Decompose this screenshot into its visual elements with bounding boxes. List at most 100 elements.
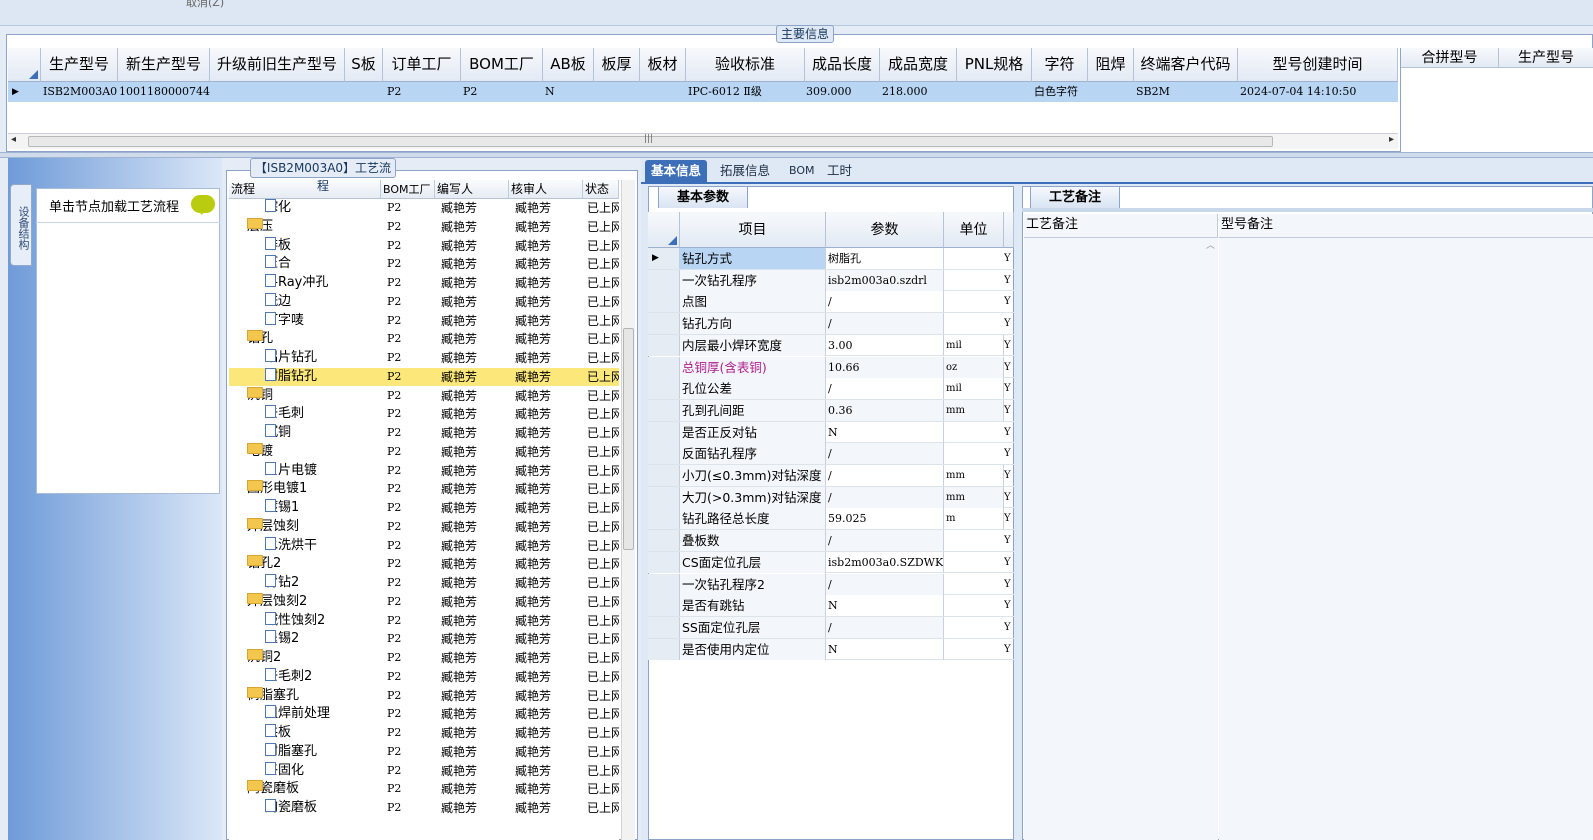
param-value[interactable]: isb2m003a0.SZDWK (826, 551, 944, 573)
tree-col-bom[interactable]: BOM工厂 (381, 180, 435, 199)
tree-row[interactable]: 负片电镀 P2 臧艳芳 臧艳芳 已上网 (229, 461, 619, 481)
grid-corner[interactable] (8, 48, 41, 82)
param-col-item[interactable]: 项目 (680, 212, 826, 248)
tree-row[interactable]: 阻焊前处理 P2 臧艳芳 臧艳芳 已上网 (229, 705, 619, 724)
col-header-created[interactable]: 型号创建时间 (1238, 48, 1398, 82)
param-value[interactable]: 59.025 (826, 508, 944, 530)
cell-new-model[interactable]: 10011800007448 (119, 82, 210, 102)
tree-row[interactable]: 压合 P2 臧艳芳 臧艳芳 已上网 (229, 255, 619, 274)
tree-node-label[interactable]: 背钻2 (265, 574, 381, 592)
tree-row[interactable]: 去毛刺2 P2 臧艳芳 臧艳芳 已上网 (229, 667, 619, 687)
tree-node-label[interactable]: 铣边 (265, 292, 381, 311)
param-col-extra[interactable] (1004, 212, 1014, 248)
tree-node-label[interactable]: −外层蚀刻 (247, 517, 381, 536)
param-unit[interactable]: m (944, 508, 1004, 530)
process-note-title[interactable]: 工艺备注 (1030, 186, 1120, 208)
col-header-length[interactable]: 成品长度 (805, 48, 880, 82)
tree-row[interactable]: −层压 P2 臧艳芳 臧艳芳 已上网 (229, 217, 619, 237)
param-value[interactable]: N (826, 638, 944, 660)
tree-node-label[interactable]: −沉铜 (247, 386, 381, 405)
param-row[interactable]: 一次钻孔程序 isb2m003a0.szdrl Y (648, 269, 1014, 292)
param-row[interactable]: 钻孔方向 / Y (648, 313, 1014, 335)
tree-row[interactable]: 去毛刺 P2 臧艳芳 臧艳芳 已上网 (229, 405, 619, 424)
row-indicator[interactable] (648, 291, 680, 313)
scroll-right-icon[interactable]: ▸ (1389, 134, 1394, 145)
param-value[interactable]: / (826, 530, 944, 552)
cell-created[interactable]: 2024-07-04 14:10:50 (1240, 82, 1396, 102)
param-value[interactable]: 3.00 (826, 334, 944, 356)
tree-node-label[interactable]: 碱性蚀刻2 (265, 611, 381, 630)
tree-node-label[interactable]: −层压 (247, 217, 381, 236)
param-row[interactable]: SS面定位孔层 / Y (648, 616, 1014, 639)
param-row[interactable]: 大刀(>0.3mm)对钻深度 / mm Y (648, 486, 1014, 509)
tree-row[interactable]: 铝片钻孔 P2 臧艳芳 臧艳芳 已上网 (229, 349, 619, 368)
col-header-bom-factory[interactable]: BOM工厂 (461, 48, 543, 82)
param-value[interactable]: isb2m003a0.szdrl (826, 269, 944, 291)
col-header-model[interactable]: 生产型号 (41, 48, 118, 82)
cell-order-factory[interactable]: P2 (463, 82, 503, 102)
row-indicator[interactable] (648, 530, 680, 552)
tab-basic-info[interactable]: 基本信息 (645, 160, 708, 182)
col-header-thickness[interactable]: 板厚 (594, 48, 640, 82)
tab-extended-info[interactable]: 拓展信息 (714, 160, 776, 182)
param-value[interactable]: N (826, 421, 944, 443)
row-indicator[interactable] (648, 269, 680, 291)
scroll-thumb[interactable]: ||| (28, 134, 1273, 147)
param-value[interactable]: 10.66 (826, 356, 944, 378)
tree-row[interactable]: −树脂塞孔 P2 臧艳芳 臧艳芳 已上网 (229, 686, 619, 706)
param-value[interactable]: / (826, 486, 944, 508)
param-value[interactable]: / (826, 443, 944, 465)
col-header-material[interactable]: 板材 (640, 48, 686, 82)
tree-node-label[interactable]: −电镀 (247, 442, 381, 461)
tree-row[interactable]: −钻孔 P2 臧艳芳 臧艳芳 已上网 (229, 330, 619, 349)
tree-node-label[interactable]: 镀锡1 (265, 499, 381, 517)
param-row[interactable]: 孔位公差 / mil Y (648, 378, 1014, 400)
param-col-value[interactable]: 参数 (826, 212, 944, 248)
param-value[interactable]: / (826, 616, 944, 638)
row-indicator[interactable] (648, 443, 680, 465)
process-tree-grid[interactable]: 流程 BOM工厂 编写人 核审人 状态 棕化P2臧艳芳臧艳芳已上网−层压P2臧艳… (229, 180, 619, 840)
tree-row[interactable]: 碱性蚀刻2 P2 臧艳芳 臧艳芳 已上网 (229, 611, 619, 631)
tree-row[interactable]: 退锡2 P2 臧艳芳 臧艳芳 已上网 (229, 630, 619, 649)
tree-col-reviewer[interactable]: 核审人 (509, 180, 583, 199)
tree-node-label[interactable]: 负片电镀 (265, 461, 381, 480)
side-tab-equipment[interactable]: 设备结构 (10, 184, 32, 266)
tree-row[interactable]: 水洗烘干 P2 臧艳芳 臧艳芳 已上网 (229, 536, 619, 556)
tree-row[interactable]: −电镀 P2 臧艳芳 臧艳芳 已上网 (229, 442, 619, 462)
param-unit[interactable]: mm (944, 486, 1004, 508)
tree-node-label[interactable]: −沉铜2 (247, 649, 381, 667)
tree-row[interactable]: 终固化 P2 臧艳芳 臧艳芳 已上网 (229, 761, 619, 781)
param-row[interactable]: 叠板数 / Y (648, 530, 1014, 552)
model-note-textarea[interactable] (1219, 238, 1593, 840)
row-indicator[interactable] (648, 313, 680, 335)
param-unit[interactable]: mil (944, 378, 1004, 400)
tree-node-label[interactable]: 沉铜 (265, 424, 381, 442)
scroll-left-icon[interactable]: ◂ (11, 134, 16, 145)
tree-vscrollbar[interactable] (621, 180, 635, 840)
row-indicator[interactable] (648, 638, 680, 660)
basic-params-title[interactable]: 基本参数 (658, 186, 748, 208)
col-header-order-factory[interactable]: 订单工厂 (383, 48, 461, 82)
tree-node-label[interactable]: −外层蚀刻2 (247, 592, 381, 611)
tree-row[interactable]: −钻孔2 P2 臧艳芳 臧艳芳 已上网 (229, 555, 619, 574)
param-row[interactable]: 小刀(≤0.3mm)对钻深度 / mm Y (648, 465, 1014, 487)
tree-row[interactable]: −沉铜 P2 臧艳芳 臧艳芳 已上网 (229, 386, 619, 406)
tree-row[interactable]: 树脂塞孔 P2 臧艳芳 臧艳芳 已上网 (229, 742, 619, 762)
tree-row[interactable]: 沉铜 P2 臧艳芳 臧艳芳 已上网 (229, 424, 619, 443)
param-row[interactable]: 点图 / Y (648, 291, 1014, 314)
cell-acceptance[interactable]: IPC-6012 Ⅱ级 (688, 82, 803, 102)
param-row[interactable]: 反面钻孔程序 / Y (648, 443, 1014, 465)
tree-row[interactable]: 打字唛 P2 臧艳芳 臧艳芳 已上网 (229, 311, 619, 331)
param-row[interactable]: 是否使用内定位 N Y (648, 638, 1014, 661)
param-row[interactable]: 孔到孔间距 0.36 mm Y (648, 399, 1014, 422)
row-indicator[interactable] (648, 486, 680, 508)
note-scrollbar[interactable]: ︿ (1203, 238, 1218, 840)
tree-node-label[interactable]: 压合 (265, 255, 381, 273)
param-grid[interactable]: 项目 参数 单位 ▶ 钻孔方式 树脂孔 Y 一次钻孔程序 isb2m003a0.szdrl… (648, 212, 1014, 662)
row-indicator[interactable] (648, 595, 680, 617)
param-row[interactable]: 是否有跳钻 N Y (648, 595, 1014, 617)
param-value[interactable]: 0.36 (826, 399, 944, 421)
tree-node-label[interactable]: −钻孔2 (247, 555, 381, 573)
row-indicator[interactable] (648, 334, 680, 356)
tree-node-label[interactable]: 打字唛 (265, 311, 381, 330)
